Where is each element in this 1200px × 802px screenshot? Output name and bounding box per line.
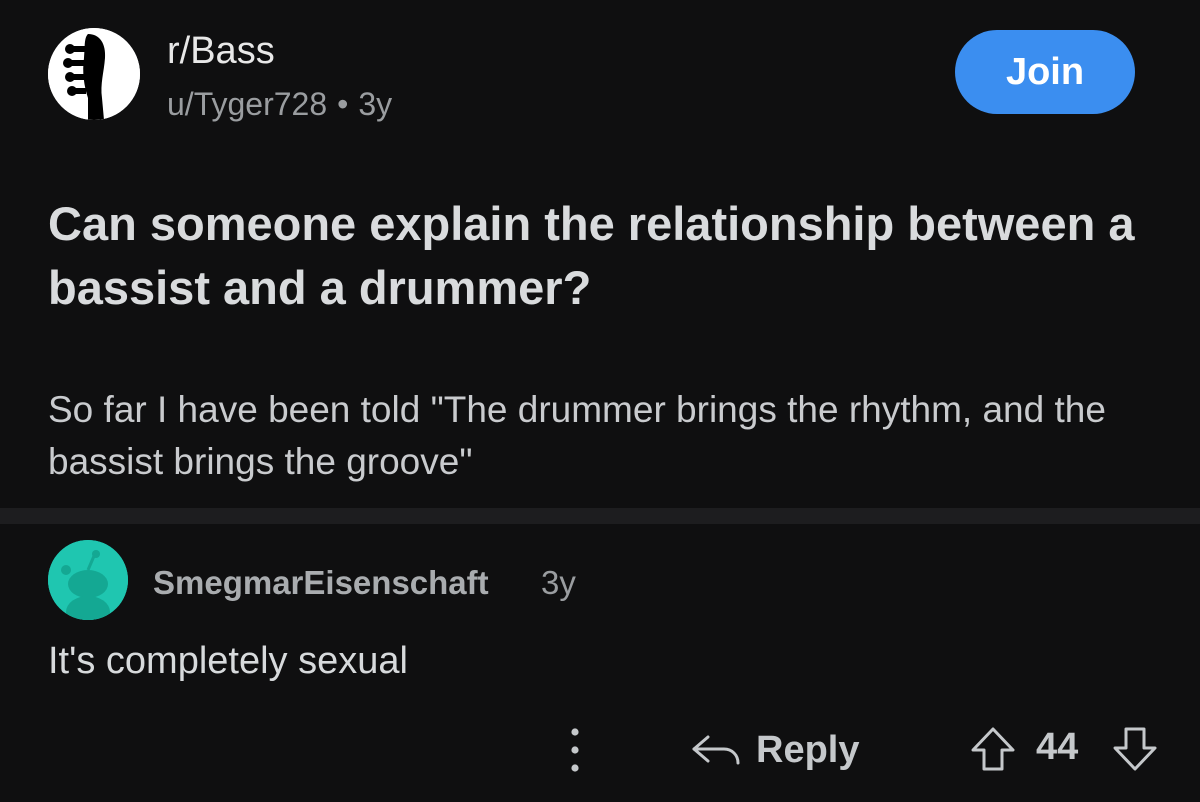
section-divider bbox=[0, 508, 1200, 524]
comment-age: 3y bbox=[541, 564, 576, 601]
post-body: So far I have been told "The drummer bri… bbox=[48, 389, 1106, 482]
vote-score: 44 bbox=[1036, 726, 1079, 768]
arrow-up-outline-icon[interactable] bbox=[968, 724, 1018, 774]
meta-separator: • bbox=[337, 86, 349, 122]
post-title: Can someone explain the relationship bet… bbox=[48, 197, 1135, 314]
snoo-avatar-icon bbox=[48, 540, 128, 620]
avatar[interactable] bbox=[48, 540, 128, 620]
post-author[interactable]: u/Tyger728 bbox=[167, 86, 327, 122]
comment-author[interactable]: SmegmarEisenschaft bbox=[153, 564, 489, 602]
reply-button[interactable]: Reply bbox=[690, 722, 859, 778]
reply-arrow-icon bbox=[692, 735, 740, 765]
post-age: 3y bbox=[358, 86, 393, 122]
reply-label: Reply bbox=[756, 728, 860, 771]
post-card: r/Bass u/Tyger728 • 3y Join Can someone ex… bbox=[0, 0, 1200, 508]
join-button[interactable]: Join bbox=[955, 30, 1135, 114]
comment: SmegmarEisenschaft 3y It's completely se… bbox=[0, 524, 1200, 802]
comment-text: It's completely sexual bbox=[48, 640, 408, 682]
subreddit-name[interactable]: r/Bass bbox=[167, 30, 275, 73]
post-meta: u/Tyger728 • 3y bbox=[167, 86, 392, 123]
vertical-ellipsis-icon[interactable] bbox=[560, 724, 590, 776]
bass-headstock-icon bbox=[48, 28, 140, 120]
arrow-down-outline-icon[interactable] bbox=[1110, 724, 1160, 774]
subreddit-avatar[interactable] bbox=[48, 28, 140, 120]
